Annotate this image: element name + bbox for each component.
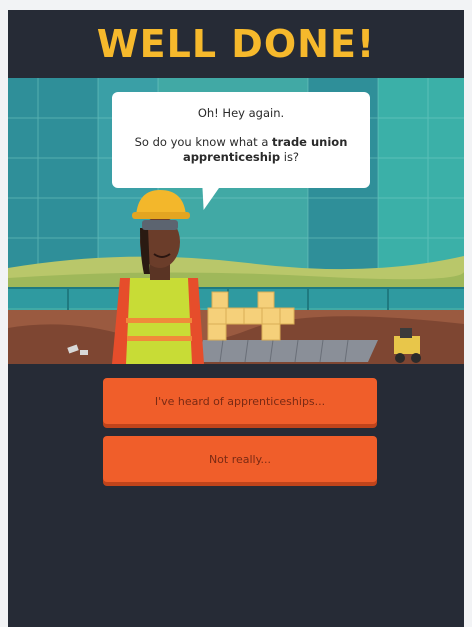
dialog-question-prefix: So do you know what a — [134, 135, 273, 149]
choice-not-really-button[interactable]: Not really... — [103, 436, 377, 482]
game-screen: WELL DONE! Oh! Hey again. So do you know… — [8, 10, 464, 627]
header: WELL DONE! — [8, 10, 464, 78]
speech-bubble: Oh! Hey again. So do you know what a tra… — [112, 92, 370, 188]
dialog-question: So do you know what a trade union appren… — [122, 135, 360, 165]
page-title: WELL DONE! — [96, 22, 376, 66]
choice-heard-of-apprenticeships-button[interactable]: I've heard of apprenticeships... — [103, 378, 377, 424]
scene-illustration: Oh! Hey again. So do you know what a tra… — [8, 78, 464, 364]
dialog-greeting: Oh! Hey again. — [197, 106, 285, 120]
dialog-question-suffix: is? — [280, 150, 300, 164]
